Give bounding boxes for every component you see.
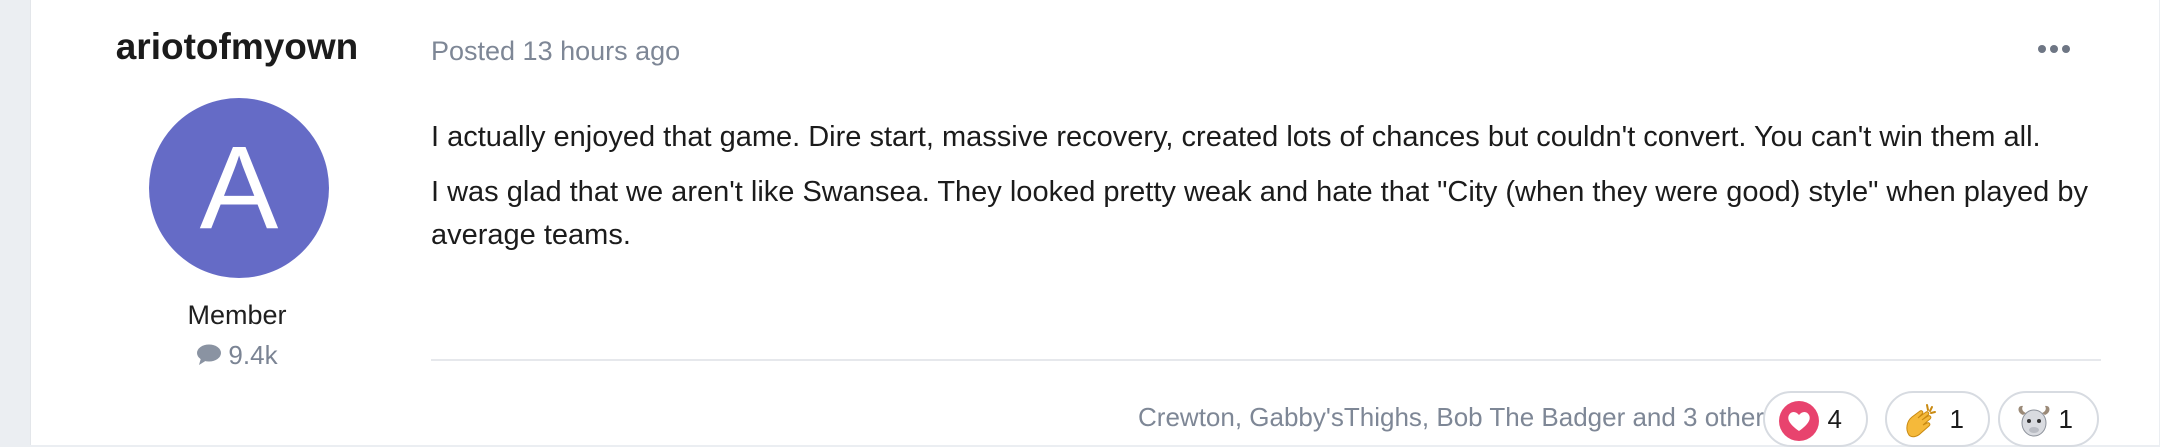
post-count-value: 9.4k [228,340,278,370]
author-panel: ariotofmyown A Member 9.4k [31,0,443,445]
post-content: I actually enjoyed that game. Dire start… [431,116,2111,269]
avatar[interactable]: A [149,98,329,278]
post-paragraph: I was glad that we aren't like Swansea. … [431,176,2088,251]
more-options-button[interactable] [2031,36,2077,62]
reaction-count: 1 [1949,404,1964,434]
reactors-list[interactable]: Crewton, Gabby'sThighs, Bob The Badger a… [431,402,1777,433]
member-title: Member [187,300,287,330]
divider [431,359,2101,361]
post-count: 9.4k [31,340,443,373]
comment-bubble-icon [196,342,222,373]
more-options-dot [2062,45,2070,53]
reaction-like-button[interactable]: 4 [1763,391,1868,447]
author-name[interactable]: ariotofmyown [31,26,443,68]
more-options-icon [2038,45,2046,53]
clapping-hands-icon [1901,401,1941,441]
goat-icon [2014,401,2054,441]
reaction-count: 1 [2058,404,2073,434]
post-timestamp[interactable]: Posted 13 hours ago [431,36,680,67]
forum-post: ariotofmyown A Member 9.4k Posted 13 hou… [30,0,2159,447]
post-paragraph: I actually enjoyed that game. Dire start… [431,121,2041,153]
reaction-count: 4 [1827,404,1842,434]
avatar-letter: A [199,122,279,254]
reaction-goat-button[interactable]: 1 [1998,391,2099,447]
more-options-dot [2050,45,2058,53]
reaction-clap-button[interactable]: 1 [1885,391,1990,447]
heart-icon [1779,401,1819,441]
